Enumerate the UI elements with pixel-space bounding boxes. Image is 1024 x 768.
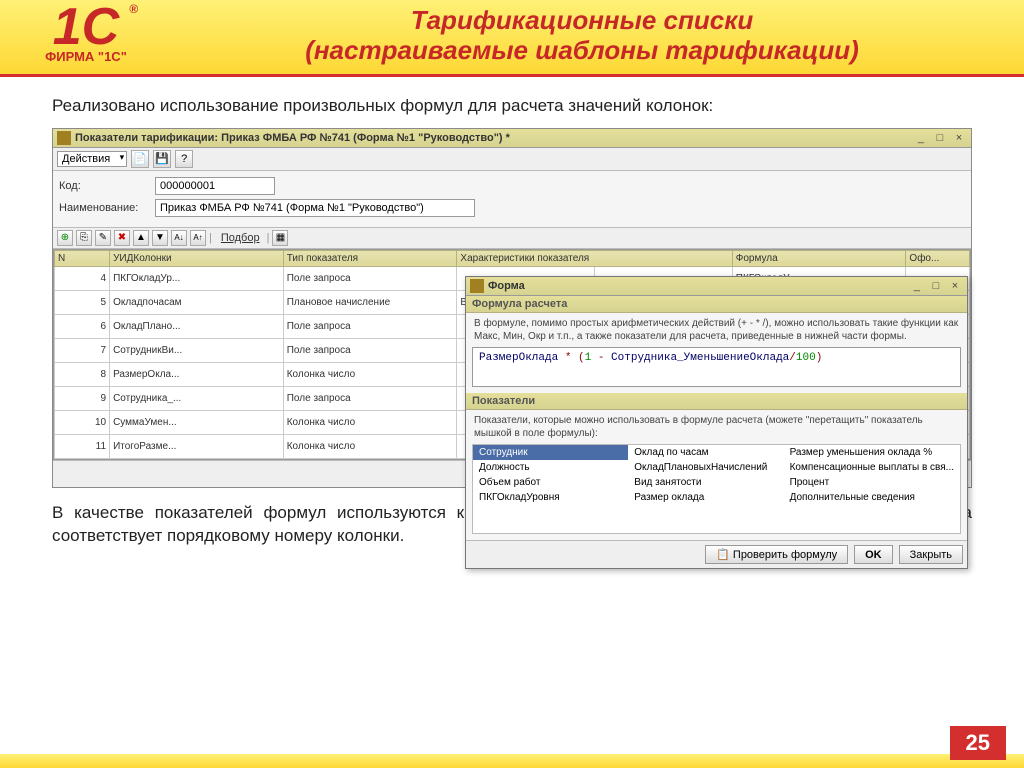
page-number: 25 [950, 726, 1006, 760]
main-titlebar[interactable]: Показатели тарификации: Приказ ФМБА РФ №… [53, 129, 971, 148]
popup-close-icon[interactable]: × [947, 280, 963, 292]
indicators-help: Показатели, которые можно использовать в… [466, 410, 967, 444]
popup-titlebar[interactable]: Форма _ □ × [466, 277, 967, 296]
extra-btn-icon[interactable]: ▦ [272, 230, 288, 246]
logo-main: 1C [16, 4, 156, 51]
indicator-item[interactable]: Процент [784, 475, 960, 490]
intro-text: Реализовано использование произвольных ф… [52, 95, 972, 118]
popup-maximize-icon[interactable]: □ [928, 280, 944, 292]
formula-popup: Форма _ □ × Формула расчета В формуле, п… [465, 276, 968, 569]
popup-close-button[interactable]: Закрыть [899, 545, 963, 564]
indicator-item[interactable]: Дополнительные сведения [784, 490, 960, 505]
close-icon[interactable]: × [951, 132, 967, 144]
edit-row-icon[interactable]: ✎ [95, 230, 111, 246]
popup-ok-button[interactable]: OK [854, 545, 893, 564]
formula-section-title: Формула расчета [466, 296, 967, 313]
window-title: Показатели тарификации: Приказ ФМБА РФ №… [75, 132, 913, 144]
name-label: Наименование: [59, 202, 149, 214]
grid-header-3[interactable]: Характеристики показателя [457, 250, 732, 266]
delete-row-icon[interactable]: ✖ [114, 230, 130, 246]
grid-header-0[interactable]: N [55, 250, 110, 266]
formula-help: В формуле, помимо простых арифметических… [466, 313, 967, 347]
copy-row-icon[interactable]: ⎘ [76, 230, 92, 246]
indicator-item[interactable]: Должность [473, 460, 628, 475]
indicator-item[interactable]: Вид занятости [628, 475, 783, 490]
toolbar-btn-1[interactable]: 📄 [131, 150, 149, 168]
code-input[interactable] [155, 177, 275, 195]
app-icon [57, 131, 71, 145]
check-formula-button[interactable]: 📋 Проверить формулу [705, 545, 848, 564]
popup-app-icon [470, 279, 484, 293]
name-input[interactable] [155, 199, 475, 217]
popup-minimize-icon[interactable]: _ [909, 280, 925, 292]
indicator-item[interactable]: ОкладПлановыхНачислений [628, 460, 783, 475]
maximize-icon[interactable]: □ [932, 132, 948, 144]
indicator-item[interactable]: Размер оклада [628, 490, 783, 505]
popup-title: Форма [488, 280, 909, 292]
toolbar-btn-3[interactable]: ? [175, 150, 193, 168]
move-up-icon[interactable]: ▲ [133, 230, 149, 246]
move-down-icon[interactable]: ▼ [152, 230, 168, 246]
formula-editor[interactable]: РазмерОклада * (1 - Сотрудника_Уменьшени… [472, 347, 961, 387]
indicator-item[interactable]: Размер уменьшения оклада % [784, 445, 960, 460]
minimize-icon[interactable]: _ [913, 132, 929, 144]
popup-footer: 📋 Проверить формулу OK Закрыть [466, 540, 967, 568]
indicators-section-title: Показатели [466, 393, 967, 410]
slide-title: Тарификационные списки(настраиваемые шаб… [180, 6, 984, 66]
grid-header-5[interactable]: Формула [732, 250, 906, 266]
indicator-item[interactable]: Компенсационные выплаты в свя... [784, 460, 960, 475]
sort-desc-icon[interactable]: A↑ [190, 230, 206, 246]
logo-block: 1C ФИРМА "1С" [16, 4, 156, 64]
podbor-link[interactable]: Подбор [221, 232, 260, 244]
footer-stripe [0, 754, 1024, 768]
indicator-item[interactable]: Оклад по часам [628, 445, 783, 460]
indicator-item[interactable]: ПКГОкладУровня [473, 490, 628, 505]
toolbar-btn-2[interactable]: 💾 [153, 150, 171, 168]
actions-dropdown[interactable]: Действия [57, 151, 127, 167]
grid-toolbar: ⊕ ⎘ ✎ ✖ ▲ ▼ A↓ A↑ | Подбор | ▦ [53, 227, 971, 249]
sort-asc-icon[interactable]: A↓ [171, 230, 187, 246]
grid-header-1[interactable]: УИДКолонки [110, 250, 284, 266]
add-row-icon[interactable]: ⊕ [57, 230, 73, 246]
grid-header-2[interactable]: Тип показателя [283, 250, 457, 266]
grid-header-6[interactable]: Офо... [906, 250, 970, 266]
code-label: Код: [59, 180, 149, 192]
indicators-list[interactable]: СотрудникДолжностьОбъем работПКГОкладУро… [472, 444, 961, 534]
actions-toolbar: Действия 📄 💾 ? [53, 148, 971, 171]
indicator-item[interactable]: Сотрудник [473, 445, 628, 460]
indicator-item[interactable]: Объем работ [473, 475, 628, 490]
